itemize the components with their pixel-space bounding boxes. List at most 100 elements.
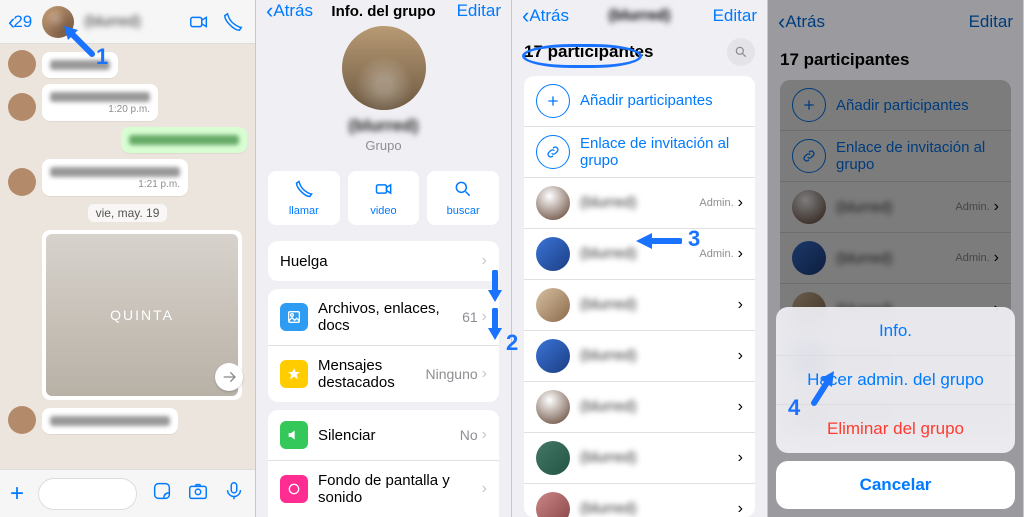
back-button[interactable]: ‹ Atrás: [522, 5, 569, 27]
date-separator: vie, may. 19: [88, 204, 168, 222]
video-action[interactable]: video: [348, 171, 420, 225]
row-media[interactable]: Archivos, enlaces, docs 61 ›: [268, 289, 499, 346]
chat-body: 1:20 p.m. 1:21 p.m. vie, may. 19 QUINTA: [0, 44, 255, 469]
message-bubble-out[interactable]: [121, 127, 247, 153]
sender-avatar[interactable]: [8, 168, 36, 196]
voice-call-button[interactable]: [219, 8, 247, 36]
link-icon: [536, 135, 570, 169]
admin-badge: Admin.: [699, 248, 733, 260]
phone-icon: [294, 179, 314, 199]
message-input[interactable]: [38, 478, 137, 510]
mic-button[interactable]: [223, 480, 245, 507]
chevron-right-icon: ›: [738, 194, 743, 212]
search-icon: [734, 45, 748, 59]
sender-avatar[interactable]: [8, 50, 36, 78]
search-button[interactable]: [727, 38, 755, 66]
participant-avatar: [536, 339, 570, 373]
sticker-button[interactable]: [151, 480, 173, 507]
search-icon: [453, 179, 473, 199]
action-buttons: llamar video buscar: [256, 171, 511, 225]
call-label: llamar: [289, 205, 319, 217]
chat-title[interactable]: (blurred): [80, 13, 179, 30]
invite-link-row[interactable]: Enlace de invitación al grupo: [524, 127, 755, 178]
chevron-right-icon: ›: [738, 398, 743, 416]
participant-avatar: [536, 186, 570, 220]
row-topic[interactable]: Huelga ›: [268, 241, 499, 281]
media-thumbnail: QUINTA: [46, 234, 238, 396]
speaker-icon: [280, 421, 308, 449]
participant-row[interactable]: (blurred)›: [524, 280, 755, 331]
chevron-left-icon: ‹: [266, 0, 273, 22]
attach-button[interactable]: +: [10, 480, 24, 508]
participant-avatar: [536, 441, 570, 475]
participant-name: (blurred): [580, 500, 738, 517]
message-bubble[interactable]: 1:21 p.m.: [42, 159, 188, 196]
photos-icon: [280, 303, 308, 331]
sheet-remove[interactable]: Eliminar del grupo: [776, 405, 1015, 453]
sheet-cancel[interactable]: Cancelar: [776, 461, 1015, 509]
edit-button[interactable]: Editar: [457, 1, 501, 21]
participant-avatar: [536, 288, 570, 322]
admin-badge: Admin.: [699, 197, 733, 209]
row-wallpaper[interactable]: Fondo de pantalla y sonido ›: [268, 461, 499, 517]
chat-input-bar: +: [0, 469, 255, 517]
back-label: Atrás: [529, 6, 569, 26]
camera-button[interactable]: [187, 480, 209, 507]
participant-name: (blurred): [580, 347, 738, 364]
participant-row[interactable]: (blurred)›: [524, 484, 755, 517]
group-photo[interactable]: [342, 26, 426, 110]
participant-name: (blurred): [580, 194, 699, 211]
panel-action-sheet: ‹ Atrás Editar 17 participantes Añadir p…: [768, 0, 1024, 517]
row-mute[interactable]: Silenciar No ›: [268, 410, 499, 461]
call-action[interactable]: llamar: [268, 171, 340, 225]
participant-avatar: [536, 237, 570, 271]
back-button[interactable]: ‹ Atrás: [266, 0, 313, 22]
sheet-make-admin[interactable]: Hacer admin. del grupo: [776, 356, 1015, 405]
participants-count: 17 participantes: [524, 42, 653, 62]
search-action[interactable]: buscar: [427, 171, 499, 225]
participant-row[interactable]: (blurred)›: [524, 382, 755, 433]
back-button[interactable]: ‹ 29: [8, 11, 32, 33]
group-name: (blurred): [256, 116, 511, 136]
participant-name: (blurred): [580, 398, 738, 415]
panel-group-info: ‹ Atrás Info. del grupo Editar (blurred)…: [256, 0, 512, 517]
participants-topbar: ‹ Atrás (blurred) Editar: [512, 0, 767, 32]
panel-chat: ‹ 29 (blurred) 1:: [0, 0, 256, 517]
sheet-info[interactable]: Info.: [776, 307, 1015, 356]
video-icon: [374, 179, 394, 199]
chevron-right-icon: ›: [738, 500, 743, 517]
video-label: video: [370, 205, 396, 217]
participant-row[interactable]: (blurred)›: [524, 433, 755, 484]
back-label: Atrás: [273, 1, 313, 21]
chevron-right-icon: ›: [738, 245, 743, 263]
group-avatar[interactable]: [42, 6, 74, 38]
participant-row[interactable]: (blurred)›: [524, 331, 755, 382]
chevron-right-icon: ›: [738, 296, 743, 314]
chevron-left-icon: ‹: [522, 5, 529, 27]
participant-name: (blurred): [580, 449, 738, 466]
edit-button[interactable]: Editar: [713, 6, 757, 26]
chat-topbar: ‹ 29 (blurred): [0, 0, 255, 44]
chevron-right-icon: ›: [482, 365, 487, 383]
chevron-right-icon: ›: [482, 426, 487, 444]
chevron-right-icon: ›: [738, 449, 743, 467]
panel-participants: ‹ Atrás (blurred) Editar 17 participante…: [512, 0, 768, 517]
sender-avatar[interactable]: [8, 93, 36, 121]
row-starred[interactable]: Mensajes destacados Ninguno ›: [268, 346, 499, 402]
sender-avatar[interactable]: [8, 406, 36, 434]
participant-row[interactable]: (blurred)Admin.›: [524, 229, 755, 280]
chevron-right-icon: ›: [482, 308, 487, 326]
action-sheet: Info. Hacer admin. del grupo Eliminar de…: [776, 307, 1015, 509]
message-bubble[interactable]: 1:20 p.m.: [42, 84, 158, 121]
media-message[interactable]: QUINTA: [42, 230, 242, 400]
participant-avatar: [536, 390, 570, 424]
message-bubble[interactable]: [42, 408, 178, 434]
star-icon: [280, 360, 308, 388]
group-hero: (blurred) Grupo: [256, 22, 511, 163]
add-participants-row[interactable]: Añadir participantes: [524, 76, 755, 127]
search-label: buscar: [447, 205, 480, 217]
video-call-button[interactable]: [185, 8, 213, 36]
message-bubble[interactable]: [42, 52, 118, 78]
participant-row[interactable]: (blurred)Admin. ›: [524, 178, 755, 229]
forward-button[interactable]: [215, 363, 243, 391]
